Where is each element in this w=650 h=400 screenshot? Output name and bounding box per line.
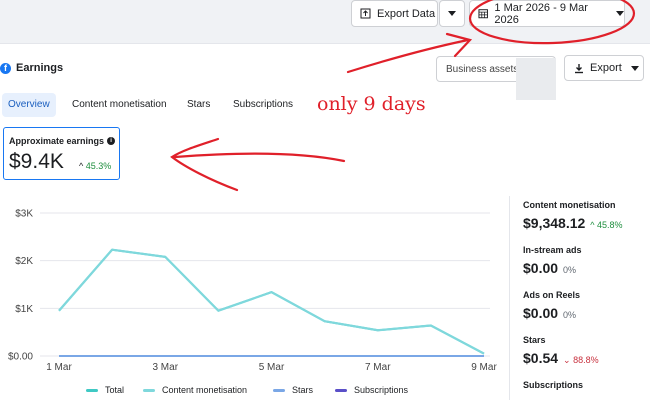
red-annotation-layer (170, 0, 636, 192)
red-circle-annotation (468, 0, 636, 45)
red-arrow-annotation (346, 32, 473, 74)
red-arrow-annotation (170, 137, 346, 192)
handwritten-note: only 9 days (317, 93, 426, 115)
